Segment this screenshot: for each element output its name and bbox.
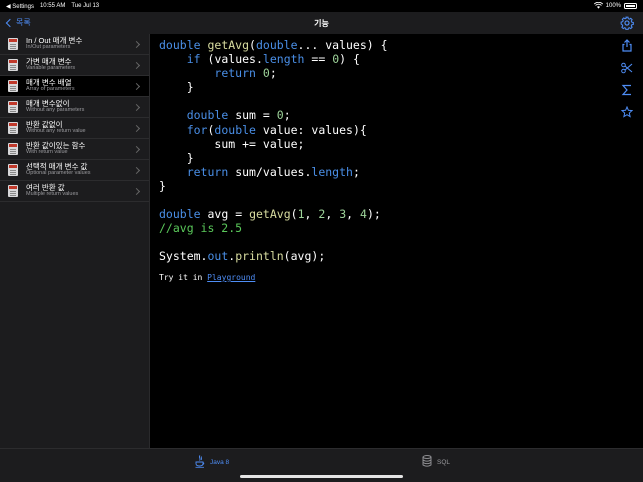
list-item-subtitle: Array of parameters [26,86,75,93]
list-item[interactable]: In / Out 매개 변수 In/Out parameters [0,34,149,55]
navigation-bar: 목록 기능 [0,12,643,34]
document-icon [8,185,18,197]
chevron-right-icon [132,124,141,133]
battery-percent: 100% [605,3,621,9]
list-item[interactable]: 선택적 매개 변수 값 Optional parameter values [0,160,149,181]
code-line: for(double value: values){ [186,122,367,137]
code-line: } [159,178,166,193]
tab-java[interactable]: Java 8 [195,455,229,470]
database-icon [422,455,432,469]
document-icon [8,80,18,92]
code-line: return sum/values.length; [186,164,360,179]
code-line: sum += value; [214,136,305,151]
code-line: if (values.length == 0) { [186,52,360,67]
playground-link[interactable]: Playground [207,273,255,282]
document-icon [8,122,18,134]
playground-hint-text: Try it in [159,273,208,282]
chevron-right-icon [132,166,141,175]
list-item-subtitle: In/Out parameters [26,44,71,51]
list-item-subtitle: Optional parameter values [26,170,91,177]
back-to-app[interactable]: ◀ Settings [6,3,34,10]
page-title: 기능 [314,19,329,28]
chevron-right-icon [132,40,141,49]
document-icon [8,101,18,113]
status-bar: ◀ Settings 10:55 AM Tue Jul 13 100% [0,0,643,12]
code-line: System.out.println(avg); [159,249,326,264]
java-cup-icon [195,455,205,470]
list-item[interactable]: 반환 값이있는 함수 With return value [0,139,149,160]
list-item-selected[interactable]: 매개 변수 배열 Array of parameters [0,76,149,97]
tab-sql-label: SQL [437,458,451,466]
tab-bar: Java 8 SQL [0,448,643,482]
tab-sql[interactable]: SQL [422,455,450,469]
battery-icon [624,3,637,9]
list-item-subtitle: Multiple return values [26,191,79,198]
status-date: Tue Jul 13 [71,2,100,9]
sigma-icon[interactable] [621,83,633,96]
chevron-right-icon [132,145,141,154]
code-block: double getAvg(double... values) { if (va… [159,38,388,264]
code-line: double getAvg(double... values) { [159,38,388,52]
home-indicator[interactable] [240,475,403,478]
list-item-subtitle: Without any return value [26,128,86,135]
document-icon [8,164,18,176]
status-time: 10:55 AM [39,2,66,9]
tab-java-label: Java 8 [210,459,230,466]
code-view: double getAvg(double... values) { if (va… [151,34,611,448]
list-item[interactable]: 여러 반환 값 Multiple return values [0,181,149,202]
chevron-right-icon [132,187,141,196]
list-item[interactable]: 매개 변수없이 Without any parameters [0,97,149,118]
document-icon [8,38,18,50]
wifi-icon [593,1,603,11]
scissors-icon[interactable] [621,61,633,74]
code-line: return 0; [214,66,277,81]
right-toolbar [611,34,643,448]
code-line: //avg is 2.5 [159,221,243,236]
list-item-subtitle: With return value [26,149,68,156]
document-icon [8,143,18,155]
list-item[interactable]: 반환 값없이 Without any return value [0,118,149,139]
code-line: double avg = getAvg(1, 2, 3, 4); [159,207,381,222]
code-line: } [186,150,194,165]
code-line: } [186,80,194,95]
playground-hint: Try it in Playground [159,273,255,282]
list-item[interactable]: 가변 매개 변수 Variable parameters [0,55,149,76]
chevron-right-icon [132,61,141,70]
list-item-subtitle: Without any parameters [26,107,85,114]
code-line: double sum = 0; [186,108,291,123]
chevron-right-icon [132,103,141,112]
document-icon [8,59,18,71]
star-icon[interactable] [620,105,634,118]
chevron-right-icon [132,82,141,91]
topic-list: In / Out 매개 변수 In/Out parameters 가변 매개 변수… [0,34,150,448]
gear-icon[interactable] [620,16,634,31]
list-item-subtitle: Variable parameters [26,65,76,72]
share-icon[interactable] [621,39,633,52]
